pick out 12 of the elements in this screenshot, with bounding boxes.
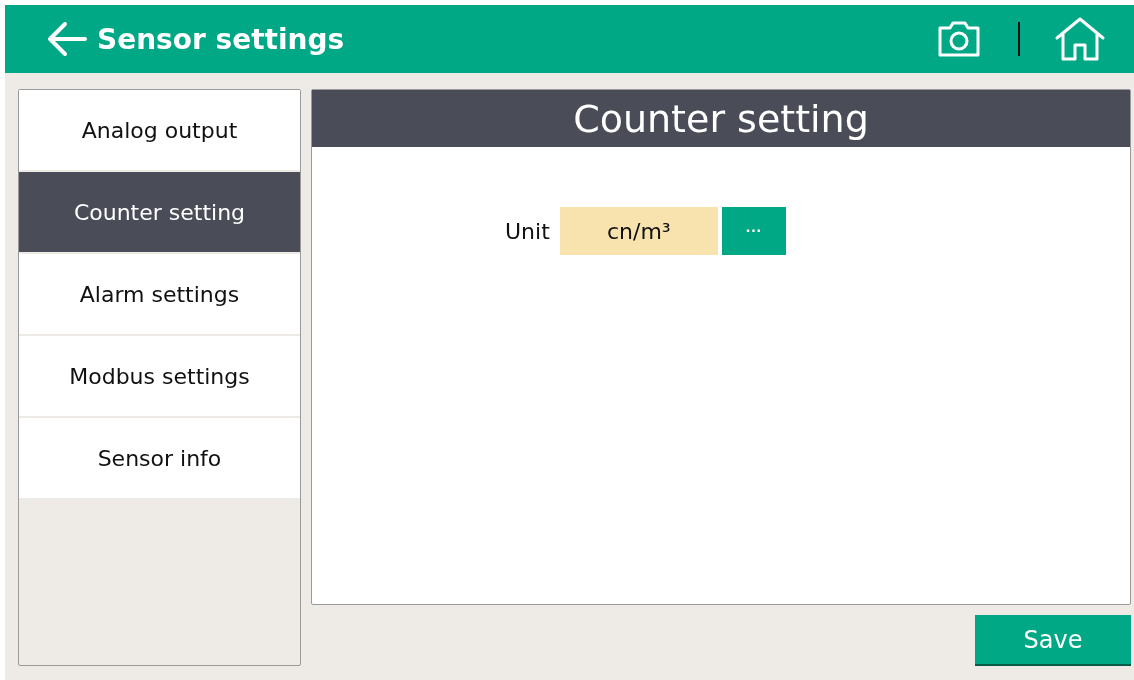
home-icon[interactable] <box>1054 16 1106 62</box>
back-icon[interactable] <box>47 21 87 57</box>
panel-title: Counter setting <box>312 90 1130 147</box>
sidebar-item[interactable]: Modbus settings <box>19 336 300 416</box>
unit-field[interactable]: cn/m³ <box>559 207 718 255</box>
sidebar-item[interactable]: Alarm settings <box>19 254 300 334</box>
sidebar-item[interactable]: Sensor info <box>19 418 300 498</box>
field-label: Unit <box>505 218 550 244</box>
sidebar-item[interactable]: Counter setting <box>19 172 300 252</box>
camera-icon[interactable] <box>936 20 982 58</box>
sidebar-item[interactable]: Analog output <box>19 90 300 170</box>
screen-title: Sensor settings <box>97 22 346 56</box>
